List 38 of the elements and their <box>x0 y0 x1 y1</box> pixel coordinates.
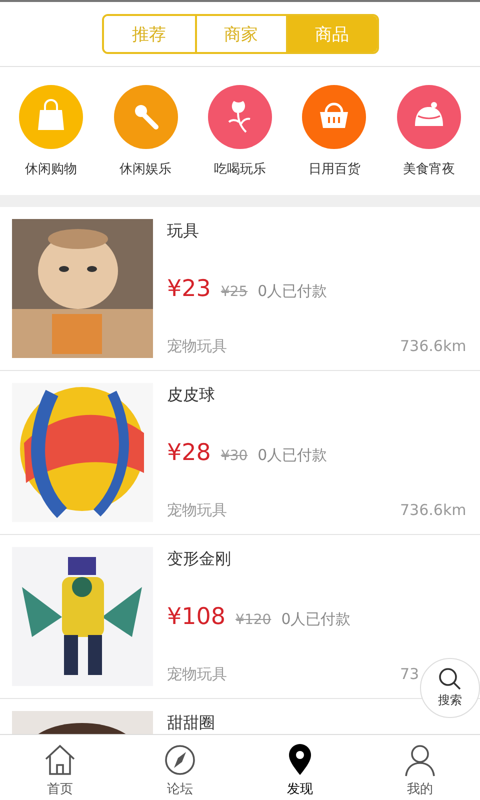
product-distance: 73 <box>400 665 420 684</box>
product-price: ¥23 <box>167 276 211 302</box>
category-item[interactable]: 吃喝玩乐 <box>194 84 285 178</box>
product-category: 宠物玩具 <box>167 337 227 356</box>
tab-bar-item[interactable]: 论坛 <box>120 735 240 800</box>
product-name: 皮皮球 <box>167 385 216 406</box>
original-price: ¥120 <box>236 612 272 628</box>
person-icon <box>403 743 437 777</box>
product-distance: 736.6km <box>400 337 466 356</box>
search-icon <box>438 667 462 691</box>
product-price: ¥108 <box>167 604 226 630</box>
tab-bar-item[interactable]: 首页 <box>0 735 120 800</box>
category-item[interactable]: 美食宵夜 <box>384 84 474 178</box>
paid-count: 0人已付款 <box>281 610 351 629</box>
product-name: 甜甜圈 <box>167 713 216 734</box>
product-category: 宠物玩具 <box>167 665 227 684</box>
search-button[interactable]: 搜索 <box>420 658 480 718</box>
category-item[interactable]: 日用百货 <box>289 84 380 178</box>
original-price: ¥25 <box>220 284 248 300</box>
category-label: 日用百货 <box>308 160 360 178</box>
compass-icon <box>163 743 197 777</box>
product-name: 玩具 <box>167 221 200 242</box>
category-label: 休闲娱乐 <box>120 160 172 178</box>
paid-count: 0人已付款 <box>258 446 328 465</box>
category-label: 吃喝玩乐 <box>214 160 266 178</box>
category-item[interactable]: 休闲购物 <box>6 84 96 178</box>
product-price: ¥28 <box>167 440 211 466</box>
category-label: 美食宵夜 <box>402 160 455 178</box>
tab-bar-item[interactable]: 我的 <box>360 735 480 800</box>
category-item[interactable]: 休闲娱乐 <box>100 84 191 178</box>
original-price: ¥30 <box>220 448 248 464</box>
tab-bar-item[interactable]: 发现 <box>240 735 360 800</box>
product-category: 宠物玩具 <box>167 501 227 520</box>
product-name: 变形金刚 <box>167 549 232 570</box>
paid-count: 0人已付款 <box>258 282 328 301</box>
home-icon <box>43 743 77 777</box>
product-distance: 736.6km <box>400 501 466 520</box>
category-label: 休闲购物 <box>25 160 78 178</box>
